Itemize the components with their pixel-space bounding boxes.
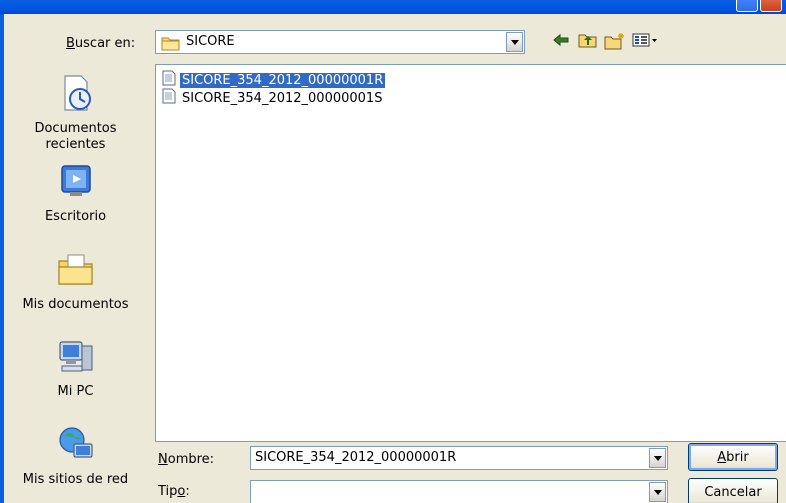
text-file-icon <box>162 88 176 108</box>
file-item[interactable]: SICORE_354_2012_00000001S <box>162 88 384 108</box>
place-label: Escritorio <box>44 209 107 224</box>
open-button[interactable]: Abrir <box>688 443 778 471</box>
text-file-icon <box>162 70 176 90</box>
lookin-label: Buscar en: <box>66 36 136 51</box>
cancel-button[interactable]: Cancelar <box>688 478 778 503</box>
view-menu-icon[interactable] <box>632 32 660 52</box>
filetype-dropdown-button[interactable] <box>649 482 666 502</box>
filename-dropdown-button[interactable] <box>649 448 666 468</box>
place-label: Mi PC <box>57 384 94 399</box>
chevron-down-icon <box>653 455 662 461</box>
filename-value: SICORE_354_2012_00000001R <box>255 450 457 465</box>
folder-icon <box>161 35 181 55</box>
back-arrow-icon[interactable] <box>552 32 570 52</box>
place-recent-documents[interactable]: Documentos recientes <box>4 73 147 153</box>
place-desktop[interactable]: Escritorio <box>4 161 147 225</box>
chevron-down-icon <box>653 489 662 495</box>
filename-combobox[interactable]: SICORE_354_2012_00000001R <box>250 446 668 470</box>
lookin-dropdown-button[interactable] <box>506 32 523 52</box>
place-my-computer[interactable]: Mi PC <box>4 336 147 400</box>
place-label: Mis documentos <box>22 297 129 312</box>
close-button[interactable] <box>760 0 782 12</box>
new-folder-icon[interactable] <box>604 32 626 54</box>
place-label: Documentos recientes <box>34 121 117 152</box>
place-my-documents[interactable]: Mis documentos <box>4 249 147 313</box>
place-network[interactable]: Mis sitios de red <box>4 424 147 488</box>
up-folder-icon[interactable] <box>578 32 598 52</box>
network-places-icon <box>4 424 147 468</box>
file-name: SICORE_354_2012_00000001R <box>180 72 386 88</box>
desktop-icon <box>4 161 147 205</box>
filename-label: Nombre: <box>158 452 215 467</box>
chevron-down-icon <box>510 39 519 45</box>
file-list[interactable]: SICORE_354_2012_00000001R SICORE_354_201… <box>155 64 786 442</box>
lookin-combobox[interactable]: SICORE <box>155 30 525 54</box>
file-name: SICORE_354_2012_00000001S <box>182 90 383 106</box>
places-bar: Documentos recientes Escritorio Mis docu… <box>4 55 147 503</box>
filetype-combobox[interactable] <box>250 480 668 503</box>
recent-documents-icon <box>4 73 147 117</box>
my-documents-icon <box>4 249 147 293</box>
file-item[interactable]: SICORE_354_2012_00000001R <box>162 70 386 90</box>
filetype-label: Tipo: <box>158 484 190 499</box>
lookin-value: SICORE <box>186 34 235 49</box>
my-computer-icon <box>4 336 147 380</box>
window-titlebar <box>0 0 786 14</box>
place-label: Mis sitios de red <box>22 472 129 487</box>
maximize-button[interactable] <box>736 0 758 12</box>
open-file-dialog: Buscar en: SICORE Documentos recientes E… <box>4 14 786 503</box>
